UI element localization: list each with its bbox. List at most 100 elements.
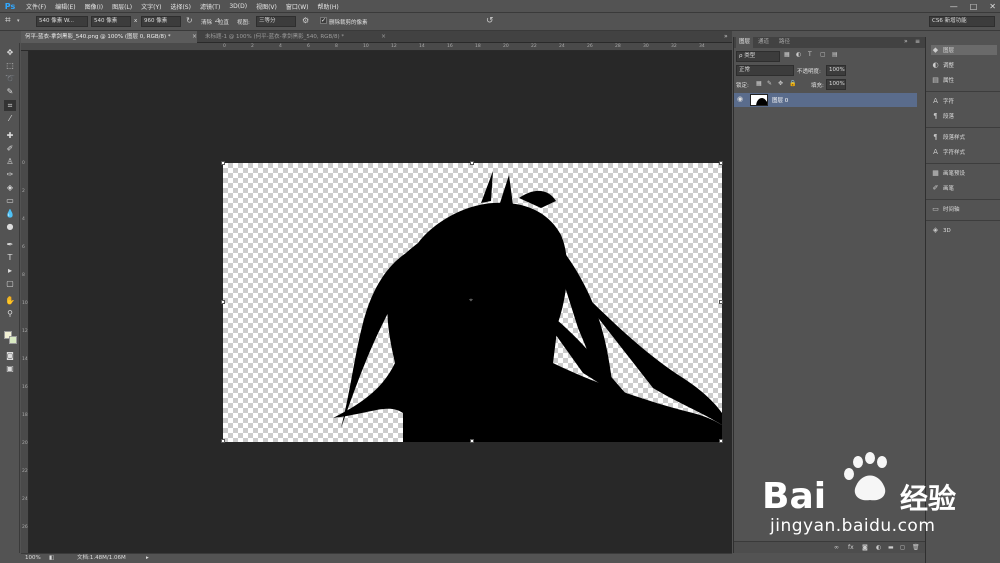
side-item-character[interactable]: A 字符 [931,96,954,106]
tab-channels[interactable]: 通道 [755,37,772,48]
workspace-select[interactable]: CS6 新增功能 [929,16,995,27]
new-group-icon[interactable]: ▬ [888,544,894,551]
crop-handle-bl[interactable] [221,439,225,443]
menu-window[interactable]: 窗口(W) [286,2,309,11]
tab-close-icon[interactable]: × [192,33,197,40]
crop-height-input[interactable]: 960 像素 [141,16,181,27]
gradient-tool-icon[interactable]: ▭ [4,195,16,206]
crop-handle-tr[interactable] [719,161,723,165]
gear-icon[interactable]: ⚙ [302,16,309,25]
crop-ratio-select[interactable]: 540 像素 W... [36,16,88,27]
tab-close-icon[interactable]: × [381,33,386,40]
zoom-level[interactable]: 100% [25,554,41,563]
lock-position-icon[interactable]: ✥ [778,80,783,87]
close-button[interactable]: ✕ [989,2,996,11]
tabs-overflow-icon[interactable]: » [724,33,728,40]
healing-brush-tool-icon[interactable]: ✚ [4,130,16,141]
lasso-tool-icon[interactable]: ➰ [4,73,16,84]
crop-tool-icon[interactable]: ⌗ [5,15,11,26]
menu-type[interactable]: 文字(Y) [141,2,161,11]
blend-mode-select[interactable]: 正常 [736,65,794,76]
reset-icon[interactable]: ↺ [486,16,494,26]
path-select-tool-icon[interactable]: ▸ [4,265,16,276]
background-color-swatch[interactable] [9,336,17,344]
lock-transparent-icon[interactable]: ▦ [756,80,762,87]
horizontal-ruler[interactable]: 0 2 4 6 8 10 12 14 16 18 20 22 24 26 28 30 32 34 [21,43,732,51]
delete-layer-icon[interactable]: 🗑 [912,544,920,551]
crop-handle-mr[interactable] [719,300,723,304]
side-item-character-styles[interactable]: A 字符样式 [931,147,965,157]
panel-collapse-icon[interactable]: » [904,38,908,45]
crop-width-input[interactable]: 540 像素 [91,16,131,27]
menu-filter[interactable]: 滤镜(T) [200,2,220,11]
menu-view[interactable]: 视图(V) [256,2,277,11]
filter-adjustment-icon[interactable]: ◐ [796,51,801,58]
overlay-view-select[interactable]: 三等分 [256,16,296,27]
marquee-tool-icon[interactable]: ⬚ [4,60,16,71]
fill-input[interactable]: 100% [826,79,846,90]
eraser-tool-icon[interactable]: ◈ [4,182,16,193]
menu-image[interactable]: 图像(I) [85,2,103,11]
screen-mode-icon[interactable]: ▣ [4,363,16,374]
visibility-eye-icon[interactable]: ◉ [737,95,743,103]
layer-style-icon[interactable]: fx [848,544,854,551]
tab-document-inactive[interactable]: 未标题-1 @ 100% (何平-蓝衣-拿剑黑影_540, RGB/8) * [201,31,391,43]
filter-shape-icon[interactable]: ▢ [820,51,826,58]
side-item-paragraph[interactable]: ¶ 段落 [931,111,954,121]
status-menu-icon[interactable]: ▸ [146,554,149,563]
side-item-layers[interactable]: ◆ 图层 [931,45,997,55]
maximize-button[interactable]: □ [970,2,978,11]
straighten-button[interactable]: 拉直 [218,18,229,26]
side-item-brush-presets[interactable]: ▦ 画笔预设 [931,168,965,178]
filter-pixel-icon[interactable]: ▦ [784,51,790,58]
menu-select[interactable]: 选择(S) [170,2,191,11]
tab-paths[interactable]: 路径 [776,37,793,48]
crop-handle-tc[interactable] [470,161,474,165]
brush-tool-icon[interactable]: ✐ [4,143,16,154]
pen-tool-icon[interactable]: ✒ [4,239,16,250]
new-adjustment-icon[interactable]: ◐ [876,544,881,551]
filter-type-icon[interactable]: T [808,51,812,58]
quick-select-tool-icon[interactable]: ✎ [4,86,16,97]
move-tool-icon[interactable]: ✥ [4,47,16,58]
zoom-tool-icon[interactable]: ⚲ [4,308,16,319]
layer-filter-select[interactable]: ρ 类型 [736,51,780,62]
crop-tool-icon[interactable]: ⌗ [4,100,16,111]
menu-file[interactable]: 文件(F) [26,2,46,11]
eyedropper-tool-icon[interactable]: ⁄ [4,113,16,124]
crop-handle-bc[interactable] [470,439,474,443]
delete-cropped-checkbox[interactable]: ✓ [320,17,327,24]
opacity-input[interactable]: 100% [826,65,846,76]
crop-handle-tl[interactable] [221,161,225,165]
swap-icon[interactable]: ↻ [186,16,193,25]
new-layer-icon[interactable]: ◻ [900,544,905,551]
crop-handle-ml[interactable] [221,300,225,304]
clone-stamp-tool-icon[interactable]: ♙ [4,156,16,167]
status-info-icon[interactable]: ◧ [49,554,54,563]
tab-document-active[interactable]: 何平-蓝衣-拿剑黑影_540.png @ 100% (图层 0, RGB/8) … [21,31,197,43]
history-brush-tool-icon[interactable]: ✑ [4,169,16,180]
panel-menu-icon[interactable]: ≡ [915,38,920,45]
menu-edit[interactable]: 编辑(E) [55,2,75,11]
filter-smart-icon[interactable]: ▤ [832,51,838,58]
type-tool-icon[interactable]: T [4,252,16,263]
menu-layer[interactable]: 图层(L) [112,2,132,11]
menu-3d[interactable]: 3D(D) [229,3,247,10]
crop-handle-br[interactable] [719,439,723,443]
side-item-3d[interactable]: ◈ 3D [931,225,951,235]
vertical-ruler[interactable]: 0 2 4 6 8 10 12 14 16 18 20 22 24 26 [21,51,29,553]
link-layers-icon[interactable]: ∞ [834,544,839,551]
tab-layers[interactable]: 图层 [736,37,754,48]
layer-row[interactable]: ◉ 图层 0 [734,93,917,107]
layer-name[interactable]: 图层 0 [772,96,788,104]
add-mask-icon[interactable]: ◙ [862,544,868,551]
side-item-timeline[interactable]: ▭ 时间轴 [931,204,959,214]
side-item-brush[interactable]: ✐ 画笔 [931,183,954,193]
menu-help[interactable]: 帮助(H) [318,2,339,11]
side-item-paragraph-styles[interactable]: ¶ 段落样式 [931,132,965,142]
lock-all-icon[interactable]: 🔒 [789,80,796,87]
shape-tool-icon[interactable]: ▢ [4,278,16,289]
quick-mask-icon[interactable]: ◙ [4,350,16,361]
document-canvas[interactable]: ⌖ [223,163,722,442]
side-item-adjustments[interactable]: ◐ 调整 [931,60,954,70]
